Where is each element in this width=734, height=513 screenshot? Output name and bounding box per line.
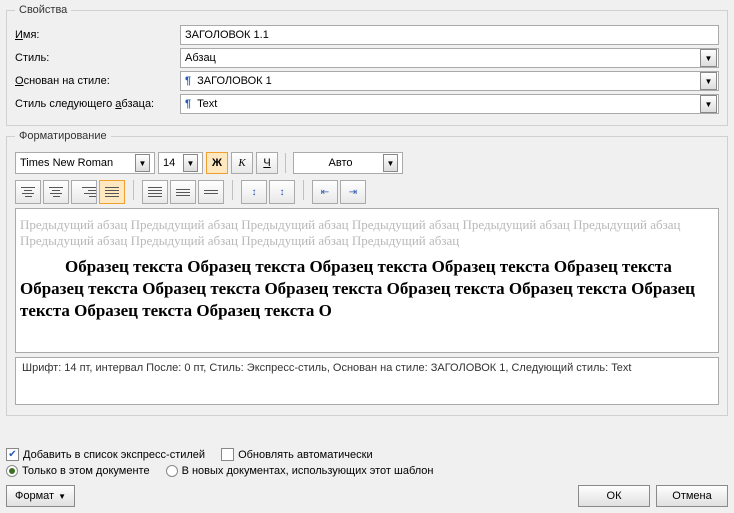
chevron-down-icon[interactable]: ▼ (700, 72, 717, 90)
paragraph-toolbar: ↕ ↕ ⇤ ⇥ (15, 180, 719, 204)
based-on-value: ЗАГОЛОВОК 1 (197, 75, 700, 87)
decrease-indent-button[interactable]: ⇤ (312, 180, 338, 204)
in-template-label: В новых документах, использующих этот ша… (182, 465, 434, 477)
line-spacing-1-button[interactable] (142, 180, 168, 204)
formatting-group: Форматирование Times New Roman ▼ 14 ▼ Ж … (6, 130, 728, 416)
based-on-label: Основан на стиле: (15, 75, 180, 87)
cancel-button[interactable]: Отмена (656, 485, 728, 507)
paragraph-icon: ¶ (185, 98, 191, 110)
based-on-combo[interactable]: ¶ ЗАГОЛОВОК 1 ▼ (180, 71, 719, 91)
preview-previous-paragraph: Предыдущий абзац Предыдущий абзац Предыд… (20, 217, 714, 250)
increase-indent-button[interactable]: ⇥ (340, 180, 366, 204)
underline-button[interactable]: Ч (256, 152, 278, 174)
chevron-down-icon[interactable]: ▼ (135, 154, 150, 172)
add-quick-label: Добавить в список экспресс-стилей (23, 449, 205, 461)
font-color-combo[interactable]: Авто ▼ (293, 152, 403, 174)
style-label: Стиль: (15, 52, 180, 64)
increase-space-before-button[interactable]: ↕ (241, 180, 267, 204)
preview-area: Предыдущий абзац Предыдущий абзац Предыд… (15, 208, 719, 353)
size-combo[interactable]: 14 ▼ (158, 152, 203, 174)
style-description: Шрифт: 14 пт, интервал После: 0 пт, Стил… (15, 357, 719, 405)
font-value: Times New Roman (20, 157, 135, 169)
in-template-radio[interactable]: В новых документах, использующих этот ша… (166, 465, 434, 477)
italic-button[interactable]: К (231, 152, 253, 174)
align-right-button[interactable] (71, 180, 97, 204)
this-doc-label: Только в этом документе (22, 465, 150, 477)
chevron-down-icon[interactable]: ▼ (383, 154, 398, 172)
bottom-panel: ✔ Добавить в список экспресс-стилей Обно… (6, 444, 728, 507)
next-style-label: Стиль следующего абзаца: (15, 98, 180, 110)
separator (133, 180, 134, 200)
font-combo[interactable]: Times New Roman ▼ (15, 152, 155, 174)
checkbox-checked-icon: ✔ (6, 448, 19, 461)
font-toolbar: Times New Roman ▼ 14 ▼ Ж К Ч Авто ▼ (15, 152, 719, 174)
paragraph-icon: ¶ (185, 75, 191, 87)
style-combo[interactable]: Абзац ▼ (180, 48, 719, 68)
chevron-down-icon[interactable]: ▼ (700, 49, 717, 67)
radio-checked-icon (6, 465, 18, 477)
style-value: Абзац (185, 52, 700, 64)
properties-legend: Свойства (15, 4, 71, 16)
format-button[interactable]: Формат ▼ (6, 485, 75, 507)
next-style-combo[interactable]: ¶ Text ▼ (180, 94, 719, 114)
align-center-button[interactable] (43, 180, 69, 204)
checkbox-unchecked-icon (221, 448, 234, 461)
decrease-space-before-button[interactable]: ↕ (269, 180, 295, 204)
chevron-down-icon: ▼ (58, 492, 66, 501)
align-justify-button[interactable] (99, 180, 125, 204)
color-value: Авто (298, 157, 383, 169)
formatting-legend: Форматирование (15, 130, 111, 142)
only-this-document-radio[interactable]: Только в этом документе (6, 465, 150, 477)
chevron-down-icon[interactable]: ▼ (183, 154, 198, 172)
line-spacing-15-button[interactable] (170, 180, 196, 204)
separator (303, 180, 304, 200)
separator (285, 153, 286, 173)
properties-group: Свойства Имя: Стиль: Абзац ▼ Основан на … (6, 4, 728, 126)
radio-unchecked-icon (166, 465, 178, 477)
auto-update-checkbox[interactable]: Обновлять автоматически (221, 448, 373, 461)
name-input[interactable] (180, 25, 719, 45)
line-spacing-2-button[interactable] (198, 180, 224, 204)
bold-button[interactable]: Ж (206, 152, 228, 174)
next-style-value: Text (197, 98, 700, 110)
name-label: Имя: (15, 29, 180, 41)
preview-sample-text: Образец текста Образец текста Образец те… (20, 256, 714, 322)
separator (232, 180, 233, 200)
ok-button[interactable]: ОК (578, 485, 650, 507)
align-left-button[interactable] (15, 180, 41, 204)
chevron-down-icon[interactable]: ▼ (700, 95, 717, 113)
add-to-quick-styles-checkbox[interactable]: ✔ Добавить в список экспресс-стилей (6, 448, 205, 461)
auto-update-label: Обновлять автоматически (238, 449, 373, 461)
format-label: Формат (15, 490, 54, 502)
size-value: 14 (163, 157, 183, 169)
